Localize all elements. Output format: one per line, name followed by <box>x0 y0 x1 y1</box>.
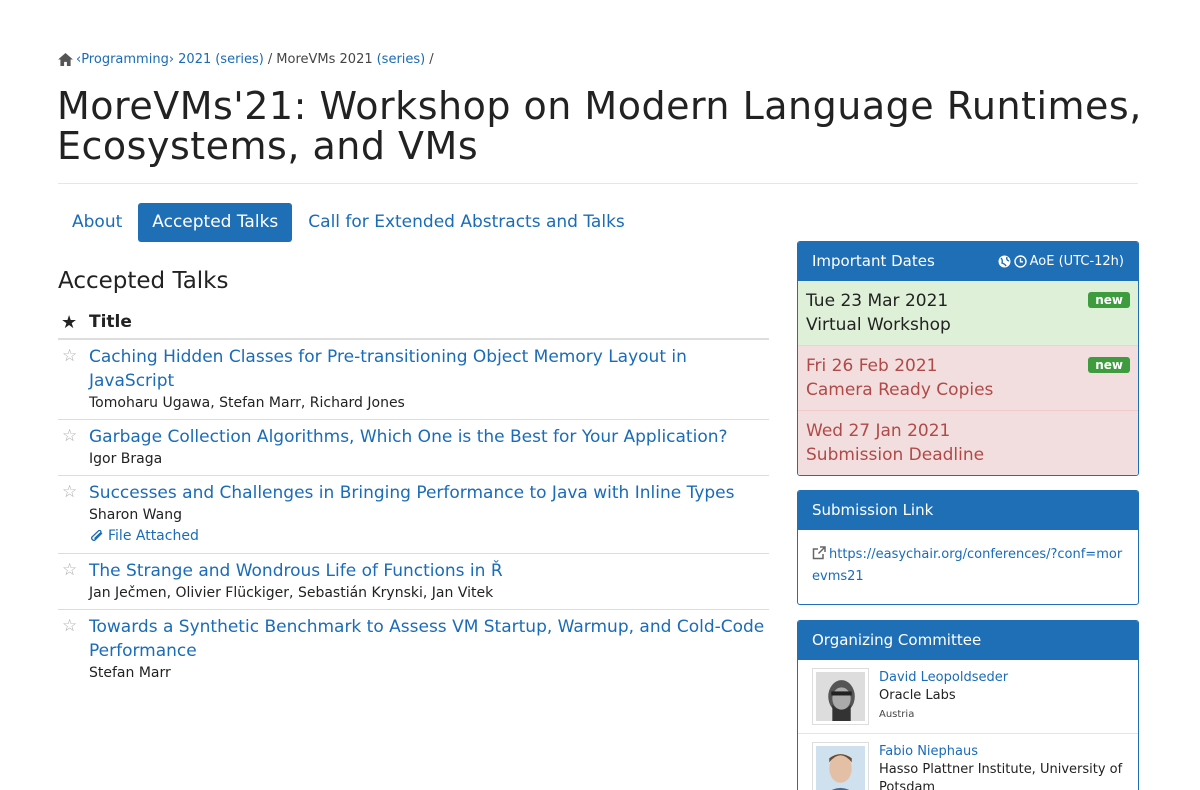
submission-url: https://easychair.org/conferences/?conf=… <box>812 547 1123 584</box>
breadcrumb-conference-series-link[interactable]: (series) <box>377 52 426 67</box>
organizing-committee-panel: Organizing Committee David Leopoldseder … <box>797 620 1139 790</box>
table-header: ★ Title <box>58 306 769 340</box>
talk-authors: Tomoharu Ugawa, Stefan Marr, Richard Jon… <box>89 395 405 411</box>
table-row: ☆ Towards a Synthetic Benchmark to Asses… <box>58 610 769 689</box>
external-link-icon <box>812 546 826 560</box>
paperclip-icon <box>91 529 103 541</box>
tab-accepted-talks[interactable]: Accepted Talks <box>138 203 293 242</box>
breadcrumb-conference: MoreVMs 2021 <box>276 52 373 67</box>
new-badge: new <box>1088 357 1130 373</box>
tab-call-for-abstracts[interactable]: Call for Extended Abstracts and Talks <box>294 203 638 242</box>
submission-link[interactable]: https://easychair.org/conferences/?conf=… <box>798 530 1138 604</box>
breadcrumb: ‹Programming› 2021 (series) / MoreVMs 20… <box>58 52 438 67</box>
clock-icon <box>1013 255 1027 268</box>
date-value: Fri 26 Feb 2021 <box>806 356 938 376</box>
date-item: Wed 27 Jan 2021 Submission Deadline <box>798 411 1138 475</box>
talk-authors: Stefan Marr <box>89 665 171 681</box>
talk-title-link[interactable]: Garbage Collection Algorithms, Which One… <box>89 425 769 449</box>
important-dates-title: Important Dates <box>812 252 935 270</box>
star-outline-icon[interactable]: ☆ <box>58 559 89 603</box>
talk-authors: Sharon Wang <box>89 507 182 523</box>
member-affiliation: Oracle Labs <box>879 688 956 703</box>
title-column-header[interactable]: Title <box>89 312 132 332</box>
portrait-photo <box>816 746 865 790</box>
submission-link-header: Submission Link <box>798 491 1138 530</box>
star-outline-icon[interactable]: ☆ <box>58 481 89 547</box>
timezone-toggle[interactable]: AoE (UTC-12h) <box>998 242 1124 281</box>
breadcrumb-separator: / <box>429 52 434 67</box>
organizing-committee-title: Organizing Committee <box>812 631 982 649</box>
submission-link-panel: Submission Link https://easychair.org/co… <box>797 490 1139 605</box>
globe-icon <box>998 255 1011 268</box>
member-name-link[interactable]: David Leopoldseder <box>879 668 1008 687</box>
talk-title-link[interactable]: Successes and Challenges in Bringing Per… <box>89 481 769 505</box>
date-event: Camera Ready Copies <box>806 380 994 400</box>
submission-link-title: Submission Link <box>812 501 934 519</box>
member-affiliation: Hasso Plattner Institute, University of … <box>879 762 1123 790</box>
page-title: MoreVMs'21: Workshop on Modern Language … <box>57 84 1142 168</box>
portrait-photo <box>816 672 865 721</box>
star-outline-icon[interactable]: ☆ <box>58 615 89 683</box>
avatar[interactable] <box>812 668 869 725</box>
file-attached-link[interactable]: File Attached <box>89 525 769 547</box>
table-row: ☆ The Strange and Wondrous Life of Funct… <box>58 554 769 610</box>
talks-table: ★ Title ☆ Caching Hidden Classes for Pre… <box>58 306 769 689</box>
talk-title-link[interactable]: The Strange and Wondrous Life of Functio… <box>89 559 769 583</box>
date-item: Fri 26 Feb 2021 Camera Ready Copies new <box>798 346 1138 411</box>
date-value: Tue 23 Mar 2021 <box>806 291 949 311</box>
avatar[interactable] <box>812 742 869 790</box>
table-row: ☆ Garbage Collection Algorithms, Which O… <box>58 420 769 476</box>
talk-title-link[interactable]: Caching Hidden Classes for Pre-transitio… <box>89 345 769 393</box>
table-row: ☆ Successes and Challenges in Bringing P… <box>58 476 769 554</box>
star-outline-icon[interactable]: ☆ <box>58 425 89 469</box>
divider <box>58 183 1138 184</box>
member-country: Austria <box>879 709 915 720</box>
talk-authors: Igor Braga <box>89 451 163 467</box>
important-dates-header: Important Dates AoE (UTC-12h) <box>798 242 1138 281</box>
organizing-committee-header: Organizing Committee <box>798 621 1138 660</box>
tab-about[interactable]: About <box>58 203 136 242</box>
table-row: ☆ Caching Hidden Classes for Pre-transit… <box>58 340 769 420</box>
breadcrumb-series-link[interactable]: (series) <box>215 52 264 67</box>
new-badge: new <box>1088 292 1130 308</box>
date-item: Tue 23 Mar 2021 Virtual Workshop new <box>798 281 1138 346</box>
committee-member: Fabio Niephaus Hasso Plattner Institute,… <box>798 734 1138 790</box>
star-outline-icon[interactable]: ☆ <box>58 345 89 413</box>
member-name-link[interactable]: Fabio Niephaus <box>879 742 1124 761</box>
talk-title-link[interactable]: Towards a Synthetic Benchmark to Assess … <box>89 615 769 663</box>
important-dates-panel: Important Dates AoE (UTC-12h) Tue 23 Mar… <box>797 241 1139 476</box>
breadcrumb-programming-link[interactable]: ‹Programming› 2021 <box>76 52 211 67</box>
committee-member: David Leopoldseder Oracle Labs Austria <box>798 660 1138 734</box>
date-event: Virtual Workshop <box>806 315 951 335</box>
tab-bar: About Accepted Talks Call for Extended A… <box>58 203 639 242</box>
talk-authors: Jan Ječmen, Olivier Flückiger, Sebastián… <box>89 585 494 601</box>
section-heading: Accepted Talks <box>58 268 229 294</box>
file-attached-label: File Attached <box>108 528 199 544</box>
home-icon[interactable] <box>58 53 73 66</box>
timezone-label: AoE (UTC-12h) <box>1029 254 1124 269</box>
date-value: Wed 27 Jan 2021 <box>806 421 951 441</box>
date-event: Submission Deadline <box>806 445 985 465</box>
breadcrumb-separator: / <box>267 52 273 67</box>
star-icon[interactable]: ★ <box>58 312 89 333</box>
